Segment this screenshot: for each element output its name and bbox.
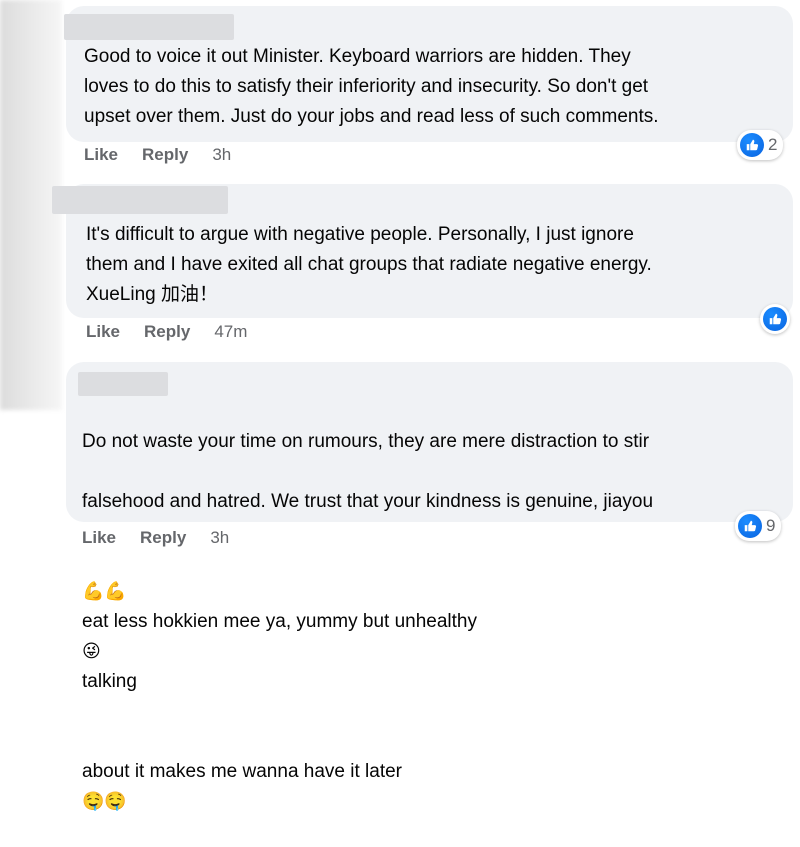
reply-button[interactable]: Reply xyxy=(142,145,188,165)
reaction-count: 2 xyxy=(768,135,778,154)
comment-timestamp[interactable]: 47m xyxy=(214,322,247,342)
author-name-redacted xyxy=(52,186,228,214)
like-button[interactable]: Like xyxy=(86,322,120,342)
comment-timestamp[interactable]: 3h xyxy=(210,528,229,548)
comment-text: It's difficult to argue with negative pe… xyxy=(86,224,652,305)
flexed-biceps-emoji: 💪💪 xyxy=(82,581,127,602)
drooling-face-emoji: 🤤🤤 xyxy=(82,791,127,812)
reply-button[interactable]: Reply xyxy=(144,322,190,342)
comment-line: 💪💪 eat less hokkien mee ya, yummy but un… xyxy=(82,547,788,697)
reply-button[interactable]: Reply xyxy=(140,528,186,548)
reaction-summary[interactable] xyxy=(760,304,790,334)
like-icon xyxy=(763,307,787,331)
comment-line-text: eat less hokkien mee ya, yummy but unhea… xyxy=(82,611,477,632)
comment-line-text: about it makes me wanna have it later xyxy=(82,761,403,782)
comment-actions: Like Reply 47m xyxy=(86,322,247,342)
comment-timestamp[interactable]: 3h xyxy=(212,145,231,165)
reaction-count: 9 xyxy=(766,516,776,535)
like-button[interactable]: Like xyxy=(82,528,116,548)
author-name-redacted xyxy=(64,14,234,40)
comment-actions: Like Reply 3h xyxy=(82,528,229,548)
comment-line: falsehood and hatred. We trust that your… xyxy=(82,491,654,512)
like-icon xyxy=(740,133,764,157)
comment-text: Do not waste your time on rumours, they … xyxy=(82,397,788,847)
comment-actions: Like Reply 3h xyxy=(84,145,231,165)
zany-face-emoji: 😜 xyxy=(82,641,101,662)
comment-line: about it makes me wanna have it later 🤤🤤 xyxy=(82,727,788,817)
comment-text: Good to voice it out Minister. Keyboard … xyxy=(84,46,659,127)
comment-line: Do not waste your time on rumours, they … xyxy=(82,431,650,452)
comment-line-tail: talking xyxy=(82,671,137,692)
author-name-redacted xyxy=(78,372,168,396)
reaction-summary[interactable]: 9 xyxy=(735,511,782,541)
reaction-summary[interactable]: 2 xyxy=(737,130,784,160)
like-icon xyxy=(738,514,762,538)
like-button[interactable]: Like xyxy=(84,145,118,165)
